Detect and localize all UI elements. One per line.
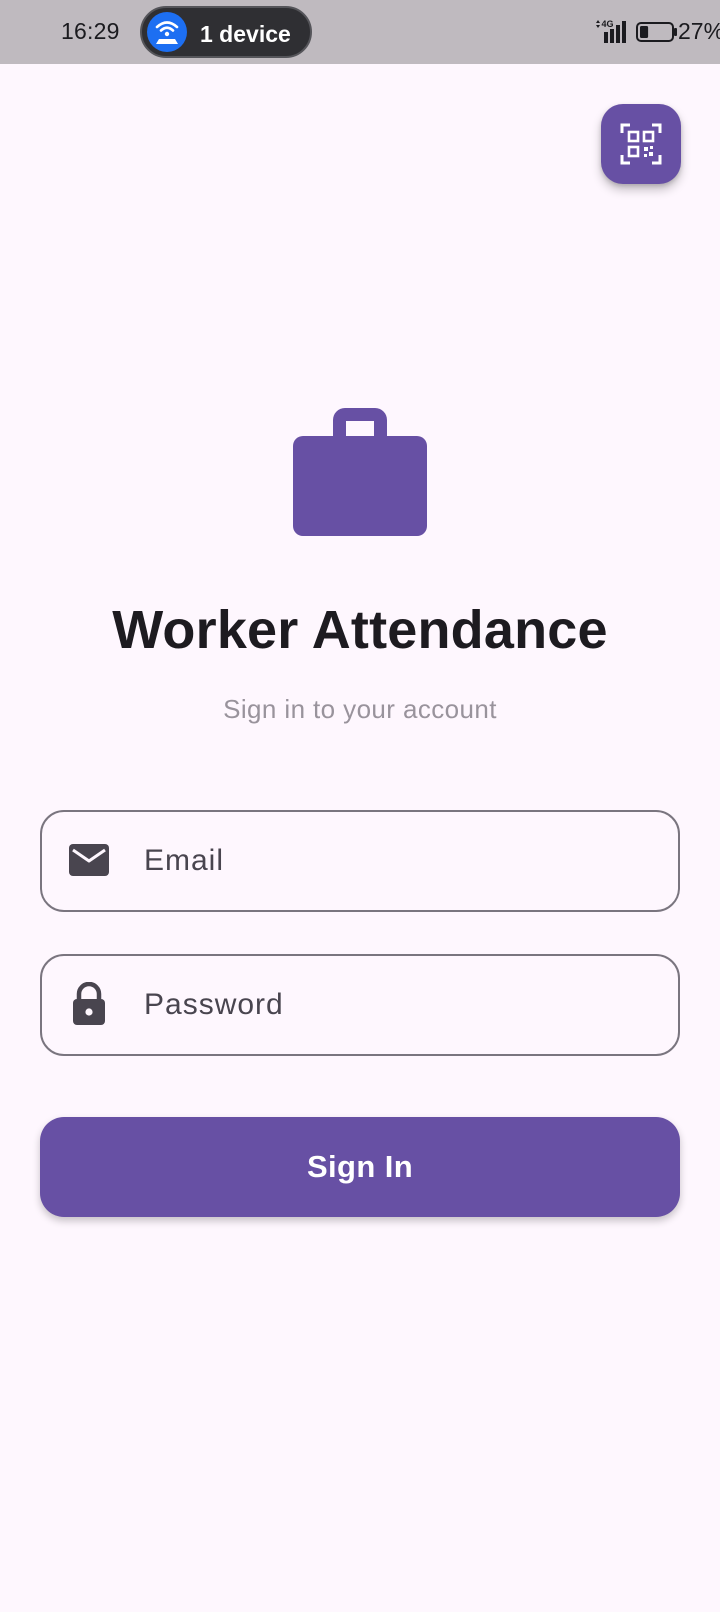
password-input[interactable] bbox=[144, 956, 664, 1054]
qr-scan-button[interactable] bbox=[601, 104, 681, 184]
lock-icon bbox=[73, 982, 105, 1025]
mail-icon bbox=[69, 844, 109, 876]
status-time: 16:29 bbox=[61, 18, 120, 44]
device-count-label: 1 device bbox=[200, 21, 291, 47]
connected-devices-pill[interactable]: 1 device bbox=[140, 6, 312, 58]
battery-icon bbox=[636, 22, 677, 42]
network-type-label: 4G bbox=[602, 19, 614, 29]
hotspot-icon bbox=[147, 12, 187, 52]
qr-code-scanner-icon bbox=[620, 123, 662, 165]
briefcase-icon bbox=[293, 408, 427, 536]
battery-level-fill bbox=[640, 26, 649, 38]
cellular-signal-icon: 4G bbox=[596, 19, 626, 43]
app-subtitle: Sign in to your account bbox=[223, 694, 497, 724]
sign-in-button[interactable]: Sign In bbox=[40, 1117, 680, 1217]
password-field[interactable] bbox=[40, 954, 680, 1056]
app-title: Worker Attendance bbox=[112, 600, 608, 660]
battery-percent: 27% bbox=[678, 18, 720, 44]
email-field[interactable] bbox=[40, 810, 680, 912]
status-bar: 16:29 1 device 4G 27% bbox=[0, 0, 720, 64]
email-input[interactable] bbox=[144, 812, 664, 910]
